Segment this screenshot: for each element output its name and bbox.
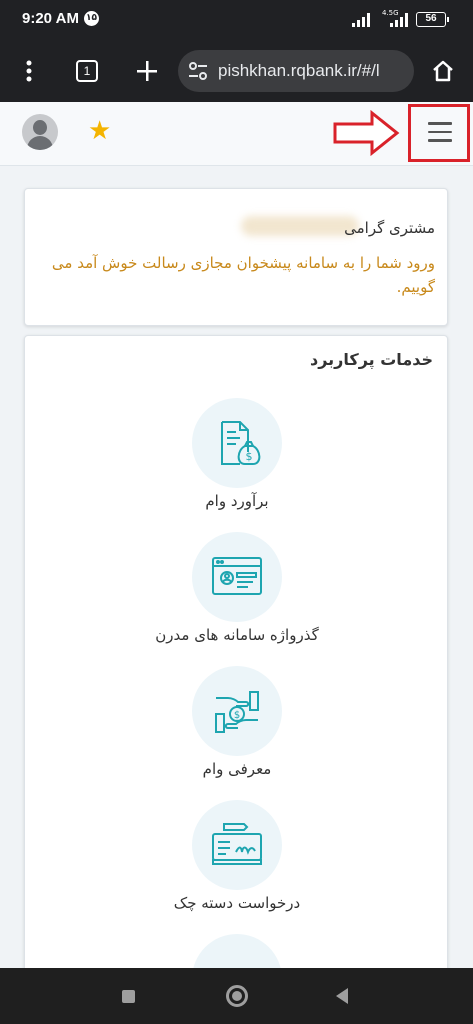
address-bar[interactable]: pishkhan.rqbank.ir/#/l: [178, 50, 414, 92]
site-settings-icon[interactable]: [188, 61, 208, 81]
tab-count: 1: [76, 60, 98, 82]
service-loan-introduction[interactable]: $ معرفی وام: [25, 666, 447, 786]
service-label: برآورد وام: [205, 492, 269, 510]
signal-icon: [390, 13, 408, 27]
back-icon[interactable]: [336, 988, 348, 1004]
home-icon[interactable]: [426, 54, 460, 88]
cheque-icon: [192, 800, 282, 890]
url-text[interactable]: pishkhan.rqbank.ir/#/l: [218, 61, 408, 81]
loan-estimate-icon: $: [192, 398, 282, 488]
greeting-text: مشتری گرامی: [344, 219, 435, 237]
services-title: خدمات پرکاربرد: [310, 350, 433, 369]
service-loan-estimate[interactable]: $ برآورد وام: [25, 398, 447, 518]
svg-text:$: $: [246, 450, 253, 463]
hamburger-menu-icon[interactable]: [428, 122, 452, 148]
signal-icon: [352, 13, 370, 27]
browser-toolbar: 1 pishkhan.rqbank.ir/#/l: [0, 40, 473, 102]
svg-text:$: $: [234, 710, 240, 721]
status-time: 9:20 AM: [22, 10, 79, 27]
status-bar: 9:20 AM ۱۵ 4.5G 56: [0, 0, 473, 40]
red-arrow-annotation-icon: [333, 110, 400, 156]
service-modern-password[interactable]: گذرواژه سامانه های مدرن: [25, 532, 447, 652]
site-header: ★: [0, 102, 473, 166]
new-tab-button[interactable]: [130, 54, 164, 88]
avatar[interactable]: [22, 114, 58, 150]
system-navigation-bar: [0, 968, 473, 1024]
service-label: معرفی وام: [202, 760, 272, 778]
welcome-card: مشتری گرامی ورود شما را به سامانه پیشخوا…: [24, 188, 448, 326]
notification-badge: ۱۵: [84, 11, 99, 26]
blurred-customer-name: [241, 216, 359, 236]
plus-icon: [137, 61, 157, 81]
hand-money-icon: $: [192, 666, 282, 756]
tab-switcher-button[interactable]: 1: [70, 54, 104, 88]
more-options-icon[interactable]: [12, 54, 46, 88]
service-cheque-request[interactable]: درخواست دسته چک: [25, 800, 447, 920]
id-card-icon: [192, 532, 282, 622]
home-button-icon[interactable]: [226, 985, 248, 1007]
service-label: گذرواژه سامانه های مدرن: [155, 626, 319, 644]
recents-icon[interactable]: [122, 990, 135, 1003]
service-label: درخواست دسته چک: [173, 894, 301, 912]
frequent-services-card: خدمات پرکاربرد $ برآورد وام گذرواژه ساما…: [24, 335, 448, 975]
battery-icon: 56: [416, 12, 449, 27]
favorite-star-icon[interactable]: ★: [88, 116, 111, 146]
welcome-message: ورود شما را به سامانه پیشخوان مجازی رسال…: [51, 254, 435, 296]
